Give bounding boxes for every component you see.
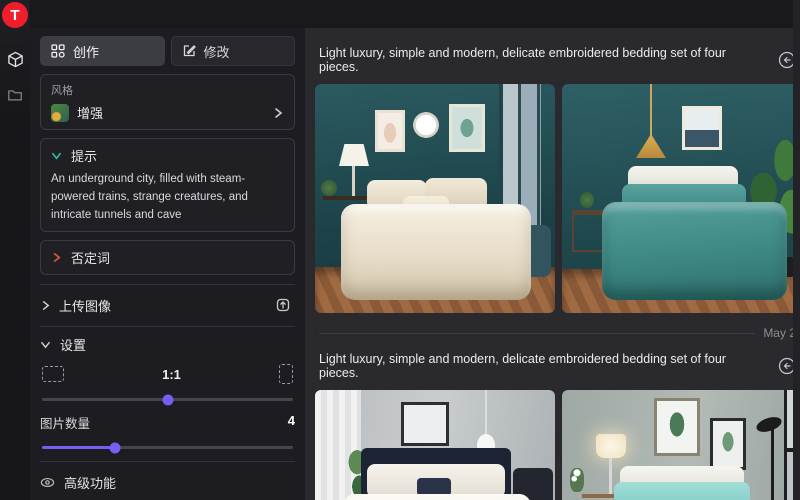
generated-image-3[interactable] (315, 390, 555, 500)
grid-icon (51, 44, 65, 58)
upload-image-label: 上传图像 (59, 296, 263, 315)
flower-vase (570, 468, 584, 492)
chevron-right-icon[interactable] (51, 252, 62, 263)
wall-art-frame (449, 104, 485, 152)
chevron-down-icon[interactable] (40, 339, 51, 350)
results-panel: Light luxury, simple and modern, delicat… (305, 28, 800, 500)
aspect-ratio-value: 1:1 (64, 367, 279, 382)
result-prompt-text: Light luxury, simple and modern, delicat… (319, 46, 766, 74)
upload-icon[interactable] (271, 293, 295, 317)
settings-section: 设置 1:1 图片数量 4 (40, 326, 295, 449)
chevron-right-icon[interactable] (40, 300, 51, 311)
portrait-ratio-icon[interactable] (279, 364, 293, 384)
image-count-value: 4 (288, 413, 295, 432)
generation-sidebar: 创作 修改 风格 增强 (30, 28, 305, 500)
left-rail: T (0, 0, 30, 500)
prompt-section[interactable]: 提示 An underground city, filled with stea… (40, 138, 295, 232)
tab-create-label: 创作 (73, 42, 99, 61)
upload-image-section: 上传图像 (40, 284, 295, 317)
wall-clock (413, 112, 439, 138)
generated-image-4[interactable] (562, 390, 800, 500)
aspect-ratio-slider-thumb[interactable] (162, 394, 173, 405)
logo-letter: T (10, 7, 19, 24)
image-grid-row-2 (315, 390, 800, 500)
generated-image-1[interactable] (315, 84, 555, 313)
prompt-input[interactable]: An underground city, filled with steam-p… (51, 171, 284, 224)
eye-icon (40, 475, 55, 490)
pendant-wire (485, 390, 487, 436)
wall-art-frame (682, 106, 722, 150)
tab-create[interactable]: 创作 (40, 36, 165, 66)
edit-icon (182, 44, 196, 58)
app-window: T 创作 (0, 0, 800, 500)
cube-icon[interactable] (0, 46, 30, 72)
floor-lamp-pole (771, 426, 774, 500)
style-thumbnail (51, 104, 69, 122)
app-logo[interactable]: T (2, 2, 28, 28)
lamp-stand (609, 458, 612, 494)
pillow (614, 482, 750, 500)
divider-line (319, 333, 755, 334)
advanced-features-section: 高级功能 (40, 461, 295, 492)
pendant-wire (650, 84, 652, 136)
chevron-down-icon[interactable] (51, 150, 62, 161)
advanced-features-label: 高级功能 (64, 473, 116, 492)
bed-duvet (341, 204, 531, 300)
negative-words-label: 否定词 (71, 248, 110, 267)
style-value: 增强 (77, 103, 264, 122)
wall-art-frame (710, 418, 746, 470)
mode-tabs: 创作 修改 (40, 36, 295, 66)
plant (321, 180, 337, 196)
style-section[interactable]: 风格 增强 (40, 74, 295, 130)
plant (580, 192, 594, 208)
advanced-features-toggle[interactable]: 高级功能 (40, 473, 295, 492)
table-lamp (596, 434, 626, 458)
bed-duvet (602, 202, 787, 300)
image-count-label: 图片数量 (40, 413, 288, 432)
image-grid-row-1 (315, 84, 800, 313)
negative-words-section[interactable]: 否定词 (40, 240, 295, 275)
wall-art-frame (401, 402, 449, 446)
result-prompt-text: Light luxury, simple and modern, delicat… (319, 352, 766, 380)
bed-duvet (343, 494, 531, 500)
generated-image-2[interactable] (562, 84, 800, 313)
settings-label: 设置 (60, 335, 86, 354)
image-count-slider[interactable] (42, 446, 293, 449)
landscape-ratio-icon[interactable] (42, 366, 64, 382)
date-divider: May 24, (319, 326, 800, 340)
image-count-slider-thumb[interactable] (109, 442, 120, 453)
prompt-label: 提示 (71, 146, 97, 165)
aspect-ratio-slider[interactable] (42, 398, 293, 401)
wall-art-frame (654, 398, 700, 456)
scrollbar-gutter[interactable] (793, 0, 800, 500)
folder-icon[interactable] (0, 82, 30, 108)
image-count-slider-fill (42, 446, 115, 449)
tab-edit[interactable]: 修改 (171, 36, 296, 66)
top-bar (0, 0, 800, 28)
chevron-right-icon[interactable] (272, 107, 284, 119)
tab-edit-label: 修改 (204, 42, 230, 61)
lamp-stand (352, 166, 355, 198)
wall-art-frame (375, 110, 405, 152)
style-label: 风格 (51, 82, 284, 98)
